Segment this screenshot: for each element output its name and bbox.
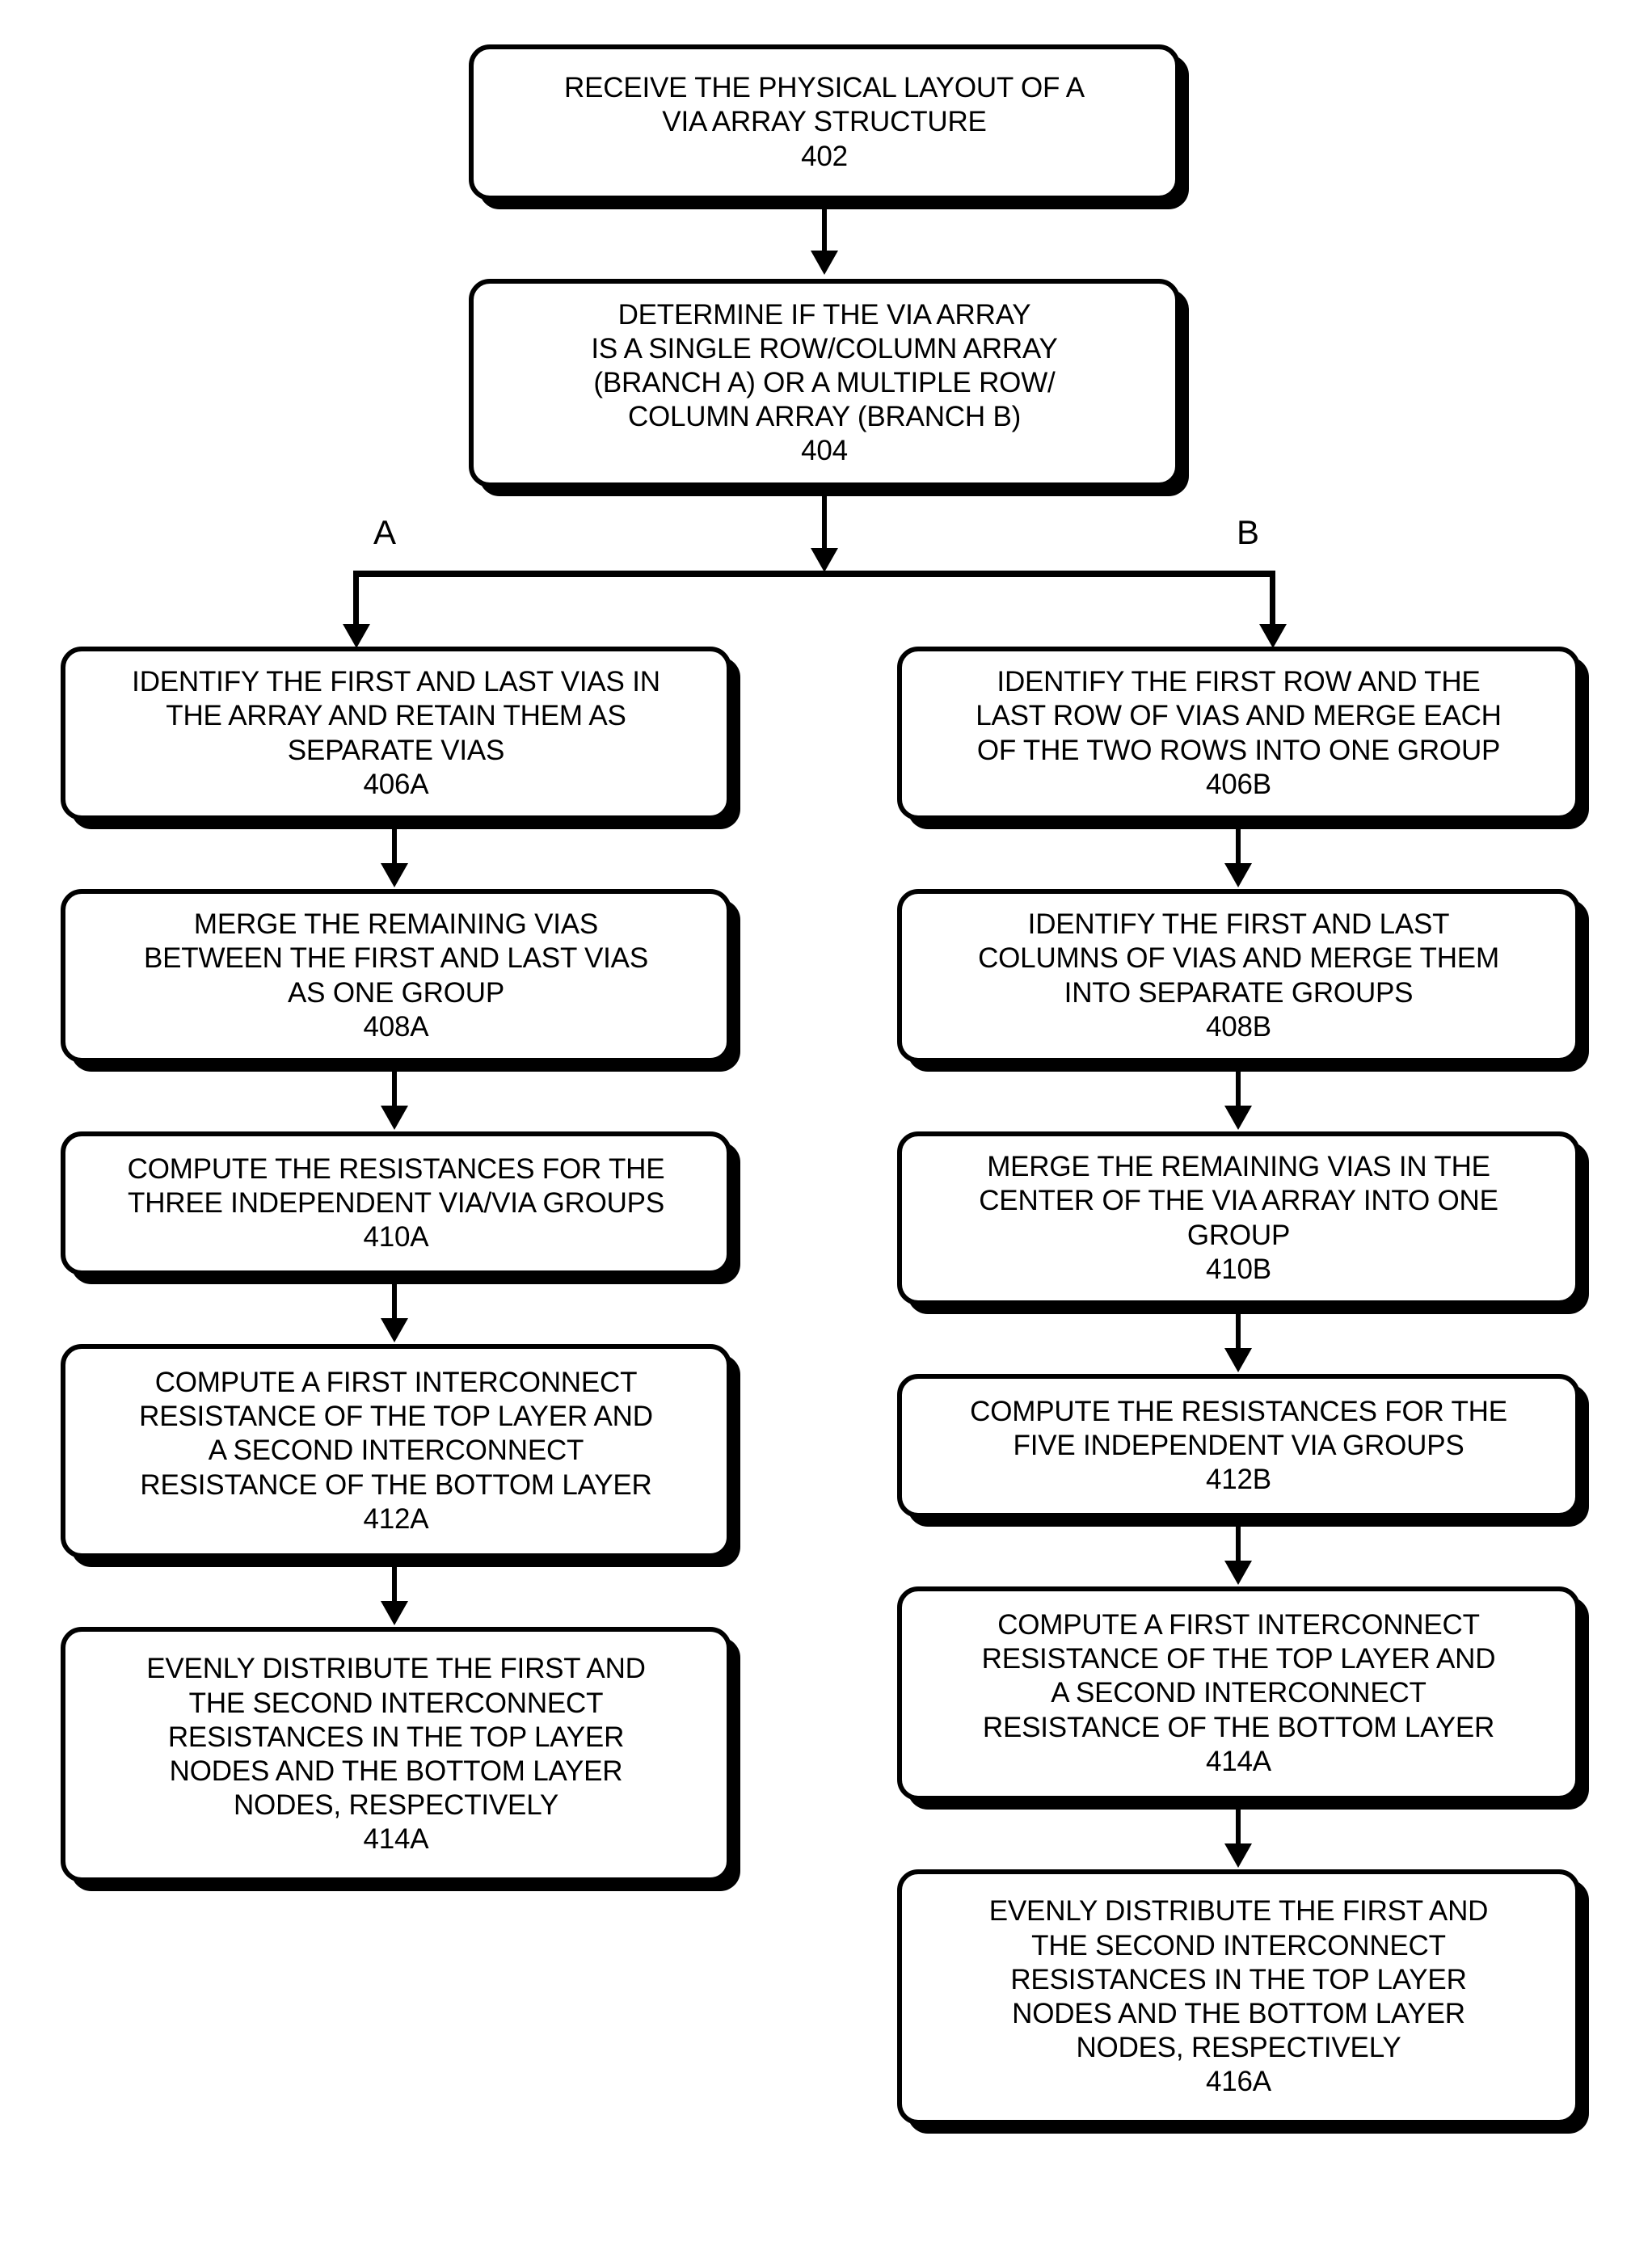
arrowhead-412a-to-414a xyxy=(381,1601,408,1625)
branch-split-bar xyxy=(353,571,1275,577)
arrowhead-410b-to-412b xyxy=(1224,1348,1252,1372)
connector-414b-to-416b xyxy=(1236,1801,1241,1849)
arrowhead-404-to-branch xyxy=(811,548,838,572)
process-node-412a-label: COMPUTE A FIRST INTERCONNECT RESISTANCE … xyxy=(139,1367,653,1535)
branch-label-a: A xyxy=(373,513,397,551)
arrowhead-414b-to-416b xyxy=(1224,1843,1252,1868)
decision-node-404[interactable]: DETERMINE IF THE VIA ARRAY IS A SINGLE R… xyxy=(469,279,1180,487)
arrowhead-408a-to-410a xyxy=(381,1106,408,1130)
arrowhead-410a-to-412a xyxy=(381,1318,408,1342)
process-node-410a[interactable]: COMPUTE THE RESISTANCES FOR THE THREE IN… xyxy=(61,1131,731,1275)
process-node-408a[interactable]: MERGE THE REMAINING VIAS BETWEEN THE FIR… xyxy=(61,889,731,1063)
decision-node-404-label: DETERMINE IF THE VIA ARRAY IS A SINGLE R… xyxy=(591,298,1058,467)
flowchart-canvas: RECEIVE THE PHYSICAL LAYOUT OF A VIA ARR… xyxy=(0,0,1652,2250)
process-node-408b[interactable]: IDENTIFY THE FIRST AND LAST COLUMNS OF V… xyxy=(897,889,1580,1063)
process-node-402[interactable]: RECEIVE THE PHYSICAL LAYOUT OF A VIA ARR… xyxy=(469,44,1180,200)
arrowhead-408b-to-410b xyxy=(1224,1106,1252,1130)
process-node-414b-label: COMPUTE A FIRST INTERCONNECT RESISTANCE … xyxy=(981,1609,1496,1777)
connector-402-to-404 xyxy=(822,200,827,255)
connector-408b-to-410b xyxy=(1236,1063,1241,1111)
branch-a-drop-line xyxy=(353,571,359,630)
connector-406a-to-408a xyxy=(392,820,397,869)
connector-412a-to-414a xyxy=(392,1558,397,1607)
arrowhead-406b-to-408b xyxy=(1224,863,1252,887)
branch-label-b: B xyxy=(1237,513,1260,551)
process-node-414b[interactable]: COMPUTE A FIRST INTERCONNECT RESISTANCE … xyxy=(897,1586,1580,1801)
process-node-402-label: RECEIVE THE PHYSICAL LAYOUT OF A VIA ARR… xyxy=(564,72,1085,172)
process-node-416b[interactable]: EVENLY DISTRIBUTE THE FIRST AND THE SECO… xyxy=(897,1869,1580,2125)
arrowhead-branch-b xyxy=(1259,624,1287,648)
process-node-406b[interactable]: IDENTIFY THE FIRST ROW AND THE LAST ROW … xyxy=(897,647,1580,820)
process-node-414a[interactable]: EVENLY DISTRIBUTE THE FIRST AND THE SECO… xyxy=(61,1627,731,1882)
process-node-416b-label: EVENLY DISTRIBUTE THE FIRST AND THE SECO… xyxy=(988,1895,1489,2098)
arrowhead-branch-a xyxy=(343,624,370,648)
connector-404-to-branch xyxy=(822,487,827,552)
connector-408a-to-410a xyxy=(392,1063,397,1111)
process-node-406b-label: IDENTIFY THE FIRST ROW AND THE LAST ROW … xyxy=(976,666,1502,800)
arrowhead-406a-to-408a xyxy=(381,863,408,887)
process-node-412b-label: COMPUTE THE RESISTANCES FOR THE FIVE IND… xyxy=(970,1395,1507,1496)
process-node-408b-label: IDENTIFY THE FIRST AND LAST COLUMNS OF V… xyxy=(978,908,1499,1043)
arrowhead-412b-to-414b xyxy=(1224,1561,1252,1585)
process-node-410a-label: COMPUTE THE RESISTANCES FOR THE THREE IN… xyxy=(127,1152,665,1254)
connector-410a-to-412a xyxy=(392,1275,397,1324)
process-node-414a-label: EVENLY DISTRIBUTE THE FIRST AND THE SECO… xyxy=(146,1653,646,1856)
connector-406b-to-408b xyxy=(1236,820,1241,869)
arrowhead-402-to-404 xyxy=(811,251,838,275)
connector-410b-to-412b xyxy=(1236,1305,1241,1354)
process-node-412a[interactable]: COMPUTE A FIRST INTERCONNECT RESISTANCE … xyxy=(61,1344,731,1558)
process-node-408a-label: MERGE THE REMAINING VIAS BETWEEN THE FIR… xyxy=(144,908,648,1043)
process-node-412b[interactable]: COMPUTE THE RESISTANCES FOR THE FIVE IND… xyxy=(897,1374,1580,1518)
process-node-410b[interactable]: MERGE THE REMAINING VIAS IN THE CENTER O… xyxy=(897,1131,1580,1305)
process-node-410b-label: MERGE THE REMAINING VIAS IN THE CENTER O… xyxy=(979,1151,1498,1285)
branch-b-drop-line xyxy=(1270,571,1275,630)
connector-412b-to-414b xyxy=(1236,1518,1241,1566)
process-node-406a[interactable]: IDENTIFY THE FIRST AND LAST VIAS IN THE … xyxy=(61,647,731,820)
process-node-406a-label: IDENTIFY THE FIRST AND LAST VIAS IN THE … xyxy=(132,666,660,800)
